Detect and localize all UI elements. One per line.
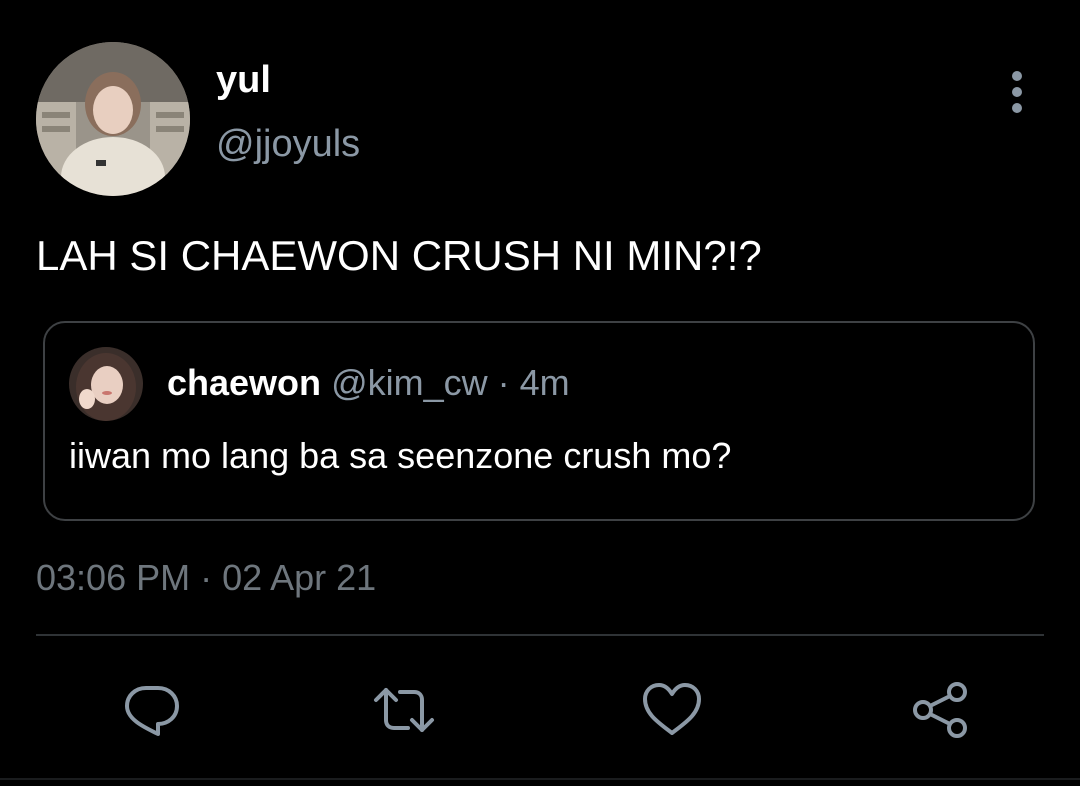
quoted-handle[interactable]: @kim_cw: [331, 362, 488, 403]
quoted-time-ago: 4m: [519, 362, 570, 403]
quoted-separator: ·: [497, 362, 510, 403]
quoted-tweet-text: iiwan mo lang ba sa seenzone crush mo?: [69, 435, 732, 476]
quoted-tweet-card[interactable]: chaewon @kim_cw · 4m iiwan mo lang ba sa…: [43, 321, 1035, 521]
quoted-tweet-header: chaewon @kim_cw · 4m: [167, 361, 570, 405]
bottom-divider: [0, 778, 1080, 780]
quoted-author-avatar: [69, 347, 143, 421]
tweet-text: LAH SI CHAEWON CRUSH NI MIN?!?: [36, 232, 762, 279]
retweet-icon: [374, 688, 434, 732]
quoted-display-name[interactable]: chaewon: [167, 362, 321, 403]
more-vertical-icon: [1012, 71, 1022, 113]
author-handle[interactable]: @jjoyuls: [216, 122, 360, 166]
author-avatar[interactable]: [36, 42, 190, 196]
reply-button[interactable]: [118, 676, 186, 744]
author-display-name[interactable]: yul: [216, 58, 271, 102]
share-icon: [913, 682, 967, 738]
share-button[interactable]: [906, 676, 974, 744]
more-options-button[interactable]: [1000, 68, 1034, 116]
like-button[interactable]: [638, 676, 706, 744]
divider: [36, 634, 1044, 636]
tweet-timestamp[interactable]: 03:06 PM · 02 Apr 21: [36, 556, 376, 600]
reply-icon: [125, 686, 179, 736]
heart-icon: [643, 683, 701, 735]
retweet-button[interactable]: [370, 676, 438, 744]
